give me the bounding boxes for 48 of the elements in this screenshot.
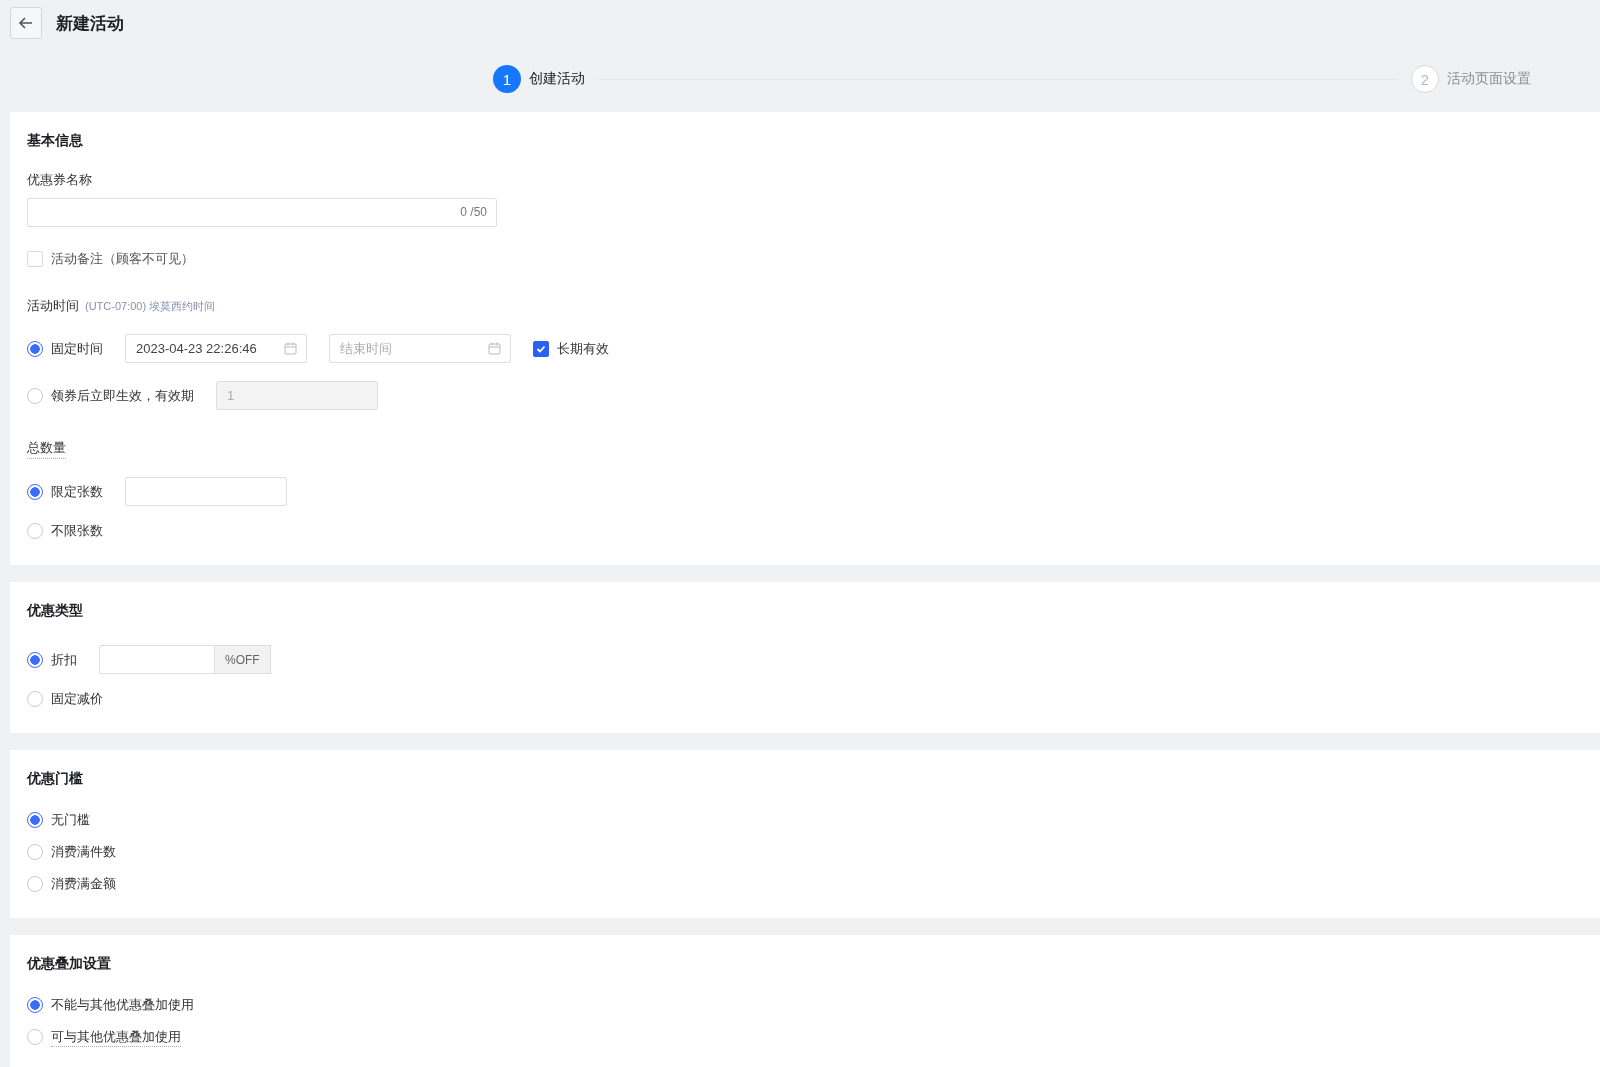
coupon-name-field[interactable] xyxy=(27,198,497,227)
checkbox-label[interactable]: 活动备注（顾客不可见） xyxy=(51,250,194,268)
radio-button[interactable] xyxy=(27,651,43,668)
back-arrow-icon xyxy=(18,15,34,31)
radio-label[interactable]: 限定张数 xyxy=(51,482,103,501)
section-title: 优惠门槛 xyxy=(27,769,84,788)
field-label: 活动时间 xyxy=(27,297,79,315)
radio-label[interactable]: 领券后立即生效，有效期 xyxy=(51,386,194,405)
section-title: 基本信息 xyxy=(27,131,84,150)
checkbox-label[interactable]: 长期有效 xyxy=(557,339,609,358)
checkmark-icon xyxy=(536,343,546,354)
step-number[interactable]: 1 xyxy=(493,65,521,93)
radio-label[interactable]: 固定时间 xyxy=(51,339,103,358)
radio-button[interactable] xyxy=(27,1029,43,1045)
unit-suffix: %OFF xyxy=(215,645,271,674)
char-counter: 0 /50 xyxy=(460,205,487,219)
radio-button[interactable] xyxy=(27,844,43,860)
radio-label[interactable]: 无门槛 xyxy=(51,811,90,829)
calendar-icon xyxy=(488,342,501,355)
calendar-icon xyxy=(284,342,297,355)
radio-label[interactable]: 不限张数 xyxy=(51,522,103,540)
radio-button[interactable] xyxy=(27,340,43,357)
radio-label[interactable]: 消费满金额 xyxy=(51,875,116,893)
radio-button[interactable] xyxy=(27,997,43,1013)
date-field[interactable]: 2023-04-23 22:26:46 xyxy=(125,334,307,363)
radio-button[interactable] xyxy=(27,876,43,892)
back-button[interactable] xyxy=(10,7,42,39)
date-field[interactable]: 结束时间 xyxy=(329,334,511,363)
radio-button[interactable] xyxy=(27,387,43,404)
radio-button[interactable] xyxy=(27,483,43,500)
radio-label[interactable]: 消费满件数 xyxy=(51,843,116,861)
step-label[interactable]: 创建活动 xyxy=(529,70,585,88)
timezone-hint: (UTC-07:00) 埃莫西约时间 xyxy=(85,298,216,314)
number-field[interactable] xyxy=(125,477,287,506)
checkbox[interactable] xyxy=(533,340,549,357)
page-title: 新建活动 xyxy=(56,12,124,35)
discount-field[interactable] xyxy=(99,645,215,674)
radio-label[interactable]: 可与其他优惠叠加使用 xyxy=(51,1027,181,1047)
radio-label[interactable]: 折扣 xyxy=(51,650,77,669)
radio-label[interactable]: 不能与其他优惠叠加使用 xyxy=(51,996,194,1014)
radio-button[interactable] xyxy=(27,691,43,707)
radio-button[interactable] xyxy=(27,812,43,828)
radio-button[interactable] xyxy=(27,523,43,539)
radio-label[interactable]: 固定减价 xyxy=(51,690,103,708)
section-title: 优惠叠加设置 xyxy=(27,954,112,973)
section-title: 优惠类型 xyxy=(27,601,84,620)
field-label: 总数量 xyxy=(27,438,66,459)
field-label: 优惠券名称 xyxy=(27,171,92,189)
